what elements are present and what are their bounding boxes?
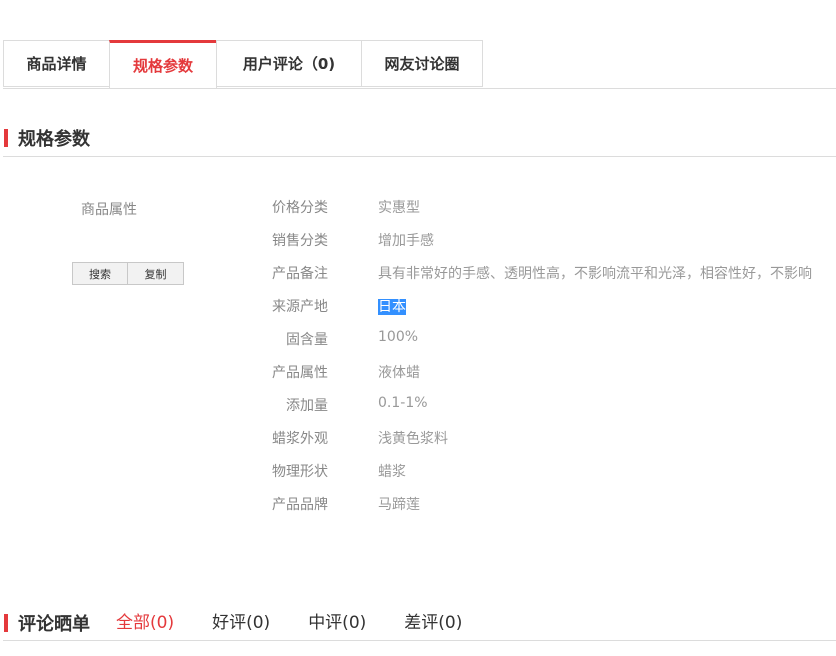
spec-key: 物理形状 (272, 464, 328, 480)
spec-row: 固含量 100% (0, 323, 836, 356)
spec-key: 固含量 (286, 332, 328, 348)
filter-positive[interactable]: 好评(0) (212, 608, 270, 633)
spec-row: 产品备注 具有非常好的手感、透明性高，不影响流平和光泽，相容性好，不影响 (0, 257, 836, 290)
spec-row: 物理形状 蜡浆 (0, 455, 836, 488)
spec-key: 添加量 (286, 398, 328, 414)
spec-row: 来源产地 日本 (0, 290, 836, 323)
spec-row: 销售分类 增加手感 (0, 224, 836, 257)
spec-section-title: 规格参数 (18, 129, 90, 150)
spec-row: 产品属性 液体蜡 (0, 356, 836, 389)
spec-key: 产品备注 (272, 266, 328, 282)
tab-specifications[interactable]: 规格参数 (109, 40, 217, 89)
spec-key: 来源产地 (272, 299, 328, 315)
selected-text: 日本 (378, 299, 406, 315)
spec-row: 添加量 0.1-1% (0, 389, 836, 422)
spec-value-selected: 日本 (378, 296, 836, 316)
tab-discussion[interactable]: 网友讨论圈 (361, 40, 483, 87)
spec-row: 价格分类 实惠型 (0, 191, 836, 224)
tabs-divider (3, 88, 836, 89)
tab-product-details[interactable]: 商品详情 (3, 40, 110, 87)
spec-value: 马蹄莲 (378, 497, 420, 513)
spec-value: 液体蜡 (378, 365, 420, 381)
spec-key: 价格分类 (272, 200, 328, 216)
spec-key: 蜡浆外观 (272, 431, 328, 447)
spec-key: 产品品牌 (272, 497, 328, 513)
spec-value: 蜡浆 (378, 464, 406, 480)
spec-value: 实惠型 (378, 200, 420, 216)
filter-negative[interactable]: 差评(0) (404, 608, 462, 633)
comments-divider (3, 640, 836, 641)
spec-list: 价格分类 实惠型 销售分类 增加手感 产品备注 具有非常好的手感、透明性高，不影… (0, 191, 836, 521)
section-divider (3, 156, 836, 157)
filter-neutral[interactable]: 中评(0) (308, 608, 366, 633)
spec-value: 具有非常好的手感、透明性高，不影响流平和光泽，相容性好，不影响 (378, 266, 812, 282)
spec-value: 增加手感 (378, 233, 434, 249)
tab-user-reviews[interactable]: 用户评论（0) (216, 40, 362, 87)
spec-row: 产品品牌 马蹄莲 (0, 488, 836, 521)
spec-row: 蜡浆外观 浅黄色浆料 (0, 422, 836, 455)
comment-filters: 全部(0) 好评(0) 中评(0) 差评(0) (116, 608, 500, 633)
spec-key: 销售分类 (272, 233, 328, 249)
section-marker (4, 614, 8, 632)
section-marker (4, 129, 8, 147)
comments-section-title: 评论晒单 (18, 614, 90, 635)
spec-key: 产品属性 (272, 365, 328, 381)
spec-value: 100% (378, 329, 419, 345)
product-tabs: 商品详情 规格参数 用户评论（0) 网友讨论圈 (3, 40, 836, 89)
spec-section-header: 规格参数 (4, 125, 90, 151)
spec-value: 浅黄色浆料 (378, 431, 448, 447)
spec-value: 0.1-1% (378, 395, 428, 411)
comments-section-header: 评论晒单 (4, 610, 90, 636)
filter-all[interactable]: 全部(0) (116, 608, 174, 633)
